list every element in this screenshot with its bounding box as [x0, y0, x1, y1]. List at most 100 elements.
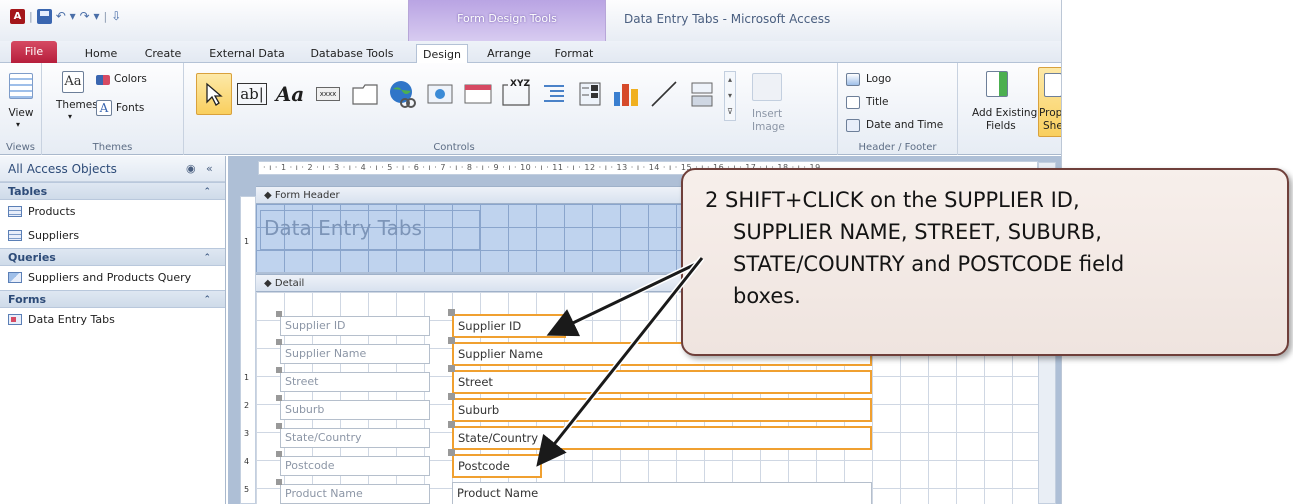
table-icon — [8, 230, 22, 241]
tab-create[interactable]: Create — [140, 44, 186, 63]
nav-section-queries[interactable]: Queries ⌃ — [0, 248, 225, 266]
vertical-ruler: 112345 — [240, 196, 256, 504]
contextual-tab-title: Form Design Tools — [457, 12, 557, 25]
textbox-street[interactable]: Street — [448, 365, 872, 394]
colors-icon — [96, 75, 110, 85]
fonts-icon: A — [96, 100, 112, 116]
collapse-icon: ⌃ — [203, 295, 211, 305]
textbox-supplier-id[interactable]: Supplier ID — [448, 309, 566, 338]
shutter-bar-close-icon[interactable]: « — [206, 156, 213, 182]
tools-group: Add Existing Fields Prope She — [958, 63, 1061, 155]
views-group-label: Views — [6, 142, 35, 153]
insert-page-break-icon[interactable] — [536, 73, 572, 115]
tab-file[interactable]: File — [11, 41, 57, 63]
tab-arrange[interactable]: Arrange — [483, 44, 535, 63]
property-sheet-button[interactable]: Prope — [1039, 107, 1061, 119]
label-supplier-id[interactable]: Supplier ID — [276, 311, 430, 336]
themes-group: Aa Themes ▾ Colors A Fonts Themes — [42, 63, 184, 155]
callout-line-1: 2 SHIFT+CLICK on the SUPPLIER ID, — [705, 188, 1080, 212]
controls-group-label: Controls — [433, 142, 475, 153]
ribbon: View ▾ Views Aa Themes ▾ Colors A Fonts … — [0, 63, 1061, 155]
nav-menu-icon[interactable]: ◉ — [186, 156, 196, 182]
toggle-button-control-icon[interactable] — [684, 73, 720, 115]
customize-qat-icon[interactable]: ⇩ — [111, 9, 121, 24]
themes-icon: Aa — [62, 71, 84, 93]
collapse-icon: ⌃ — [203, 253, 211, 263]
table-icon — [8, 206, 22, 217]
insert-image-icon — [752, 73, 782, 101]
form-icon — [8, 314, 22, 325]
callout-line-3: STATE/COUNTRY and POSTCODE field — [733, 252, 1125, 276]
nav-section-tables[interactable]: Tables ⌃ — [0, 182, 225, 200]
navigation-pane: All Access Objects ◉ « Tables ⌃ Products … — [0, 156, 226, 504]
label-street[interactable]: Street — [276, 367, 430, 392]
callout-line-2: SUPPLIER NAME, STREET, SUBURB, — [733, 220, 1102, 244]
line-control-icon[interactable] — [646, 73, 682, 115]
text-box-control-icon[interactable]: ab| — [234, 73, 270, 115]
tab-external-data[interactable]: External Data — [204, 44, 290, 63]
logo-icon — [846, 73, 860, 86]
label-control-icon[interactable]: Aa — [272, 73, 308, 115]
tab-control-icon[interactable] — [348, 73, 384, 115]
colors-button[interactable]: Colors — [114, 73, 147, 85]
form-title-label[interactable]: Data Entry Tabs — [260, 210, 480, 250]
label-supplier-name[interactable]: Supplier Name — [276, 339, 430, 364]
ribbon-tabs: File Home Create External Data Database … — [0, 41, 1061, 64]
redo-icon[interactable]: ↷ ▾ — [80, 9, 100, 24]
instruction-callout: 2 SHIFT+CLICK on the SUPPLIER ID, SUPPLI… — [681, 168, 1289, 356]
themes-group-label: Themes — [92, 142, 133, 153]
views-group: View ▾ Views — [0, 63, 42, 155]
view-icon — [9, 73, 33, 99]
combo-box-control-icon[interactable] — [572, 73, 608, 115]
window-title: Data Entry Tabs - Microsoft Access — [624, 12, 831, 26]
nav-item-suppliers-products-query[interactable]: Suppliers and Products Query — [0, 266, 225, 290]
save-icon[interactable] — [36, 8, 52, 24]
header-footer-group: Logo Title Date and Time Header / Footer — [838, 63, 958, 155]
label-postcode[interactable]: Postcode — [276, 451, 430, 476]
header-footer-group-label: Header / Footer — [858, 142, 937, 153]
nav-item-suppliers[interactable]: Suppliers — [0, 224, 225, 248]
tab-design[interactable]: Design — [416, 44, 468, 64]
controls-group: ab| Aa xxxx XYZ ▴ ▾ ⊽ Insert Image Contr… — [184, 63, 838, 155]
label-state-country[interactable]: State/Country — [276, 423, 430, 448]
themes-button[interactable]: Themes — [56, 99, 98, 111]
collapse-icon: ⌃ — [203, 187, 211, 197]
hyperlink-control-icon[interactable] — [384, 73, 420, 115]
nav-item-products[interactable]: Products — [0, 200, 225, 224]
title-button[interactable]: Title — [866, 96, 889, 108]
fonts-button[interactable]: Fonts — [116, 102, 144, 114]
access-logo-icon[interactable]: A — [10, 8, 25, 24]
nav-pane-title[interactable]: All Access Objects — [8, 162, 117, 176]
property-sheet-icon — [1044, 73, 1061, 97]
logo-button[interactable]: Logo — [866, 73, 891, 85]
controls-more-scroll[interactable]: ▴ ▾ ⊽ — [724, 71, 736, 121]
label-suburb[interactable]: Suburb — [276, 395, 430, 420]
textbox-product-name[interactable]: Product Name — [452, 482, 872, 504]
select-pointer-icon[interactable] — [196, 73, 232, 115]
chart-control-icon[interactable] — [608, 73, 644, 115]
insert-image-button[interactable]: Insert — [752, 108, 782, 120]
button-control-icon[interactable]: xxxx — [310, 73, 346, 115]
add-existing-fields-button[interactable]: Add Existing — [972, 107, 1037, 119]
nav-item-data-entry-tabs[interactable]: Data Entry Tabs — [0, 308, 225, 332]
option-group-control-icon[interactable]: XYZ — [498, 73, 534, 115]
callout-line-4: boxes. — [733, 284, 801, 308]
date-time-button[interactable]: Date and Time — [866, 119, 943, 131]
textbox-suburb[interactable]: Suburb — [448, 393, 872, 422]
quick-access-toolbar: A | ↶ ▾ ↷ ▾ | ⇩ — [10, 8, 121, 24]
date-time-icon — [846, 119, 860, 132]
tab-database-tools[interactable]: Database Tools — [306, 44, 398, 63]
label-product-name[interactable]: Product Name — [276, 479, 430, 504]
title-icon — [846, 96, 860, 109]
textbox-postcode[interactable]: Postcode — [448, 449, 542, 478]
tab-format[interactable]: Format — [548, 44, 600, 63]
undo-icon[interactable]: ↶ ▾ — [56, 9, 76, 24]
tab-home[interactable]: Home — [80, 44, 122, 63]
navigation-control-icon[interactable] — [460, 73, 496, 115]
nav-section-forms[interactable]: Forms ⌃ — [0, 290, 225, 308]
add-existing-fields-icon — [986, 71, 1008, 97]
view-button[interactable]: View — [6, 107, 36, 119]
web-browser-control-icon[interactable] — [422, 73, 458, 115]
query-icon — [8, 272, 22, 283]
textbox-state-country[interactable]: State/Country — [448, 421, 872, 450]
